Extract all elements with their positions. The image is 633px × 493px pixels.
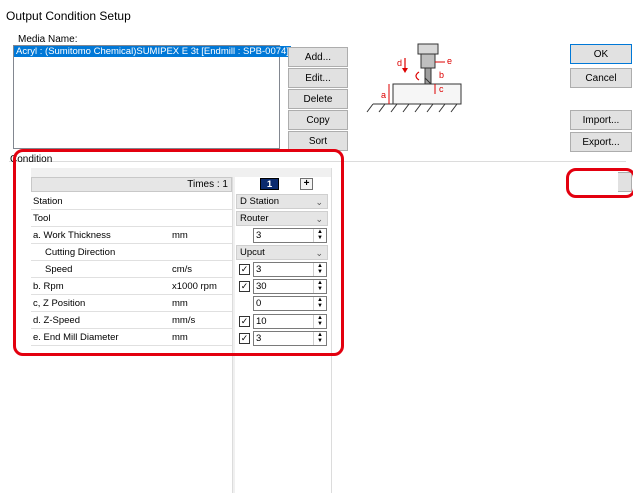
cancel-button[interactable]: Cancel (570, 68, 632, 88)
condition-highlight (13, 149, 344, 356)
machine-info-highlight (566, 168, 633, 198)
sort-button[interactable]: Sort (288, 131, 348, 151)
ok-button[interactable]: OK (570, 44, 632, 64)
window-title: Output Condition Setup (6, 9, 131, 23)
media-list-item[interactable]: Acryl : (Sumitomo Chemical)SUMIPEX E 3t … (14, 46, 291, 57)
diagram-label-e: e (447, 56, 452, 66)
diagram-label-d: d (397, 58, 402, 68)
diagram-label-b: b (439, 70, 444, 80)
delete-button[interactable]: Delete (288, 89, 348, 109)
import-button[interactable]: Import... (570, 110, 632, 130)
diagram-label-c: c (439, 84, 444, 94)
media-list[interactable]: Acryl : (Sumitomo Chemical)SUMIPEX E 3t … (13, 45, 291, 149)
media-name-label: Media Name: (18, 34, 78, 45)
copy-button[interactable]: Copy (288, 110, 348, 130)
export-button[interactable]: Export... (570, 132, 632, 152)
title-bar: Output Condition Setup (0, 0, 633, 32)
endmill-diagram-icon: d e b c a (366, 43, 462, 113)
diagram-label-a: a (381, 90, 386, 100)
condition-preview-panel (331, 168, 618, 493)
edit-button[interactable]: Edit... (288, 68, 348, 88)
add-button[interactable]: Add... (288, 47, 348, 67)
